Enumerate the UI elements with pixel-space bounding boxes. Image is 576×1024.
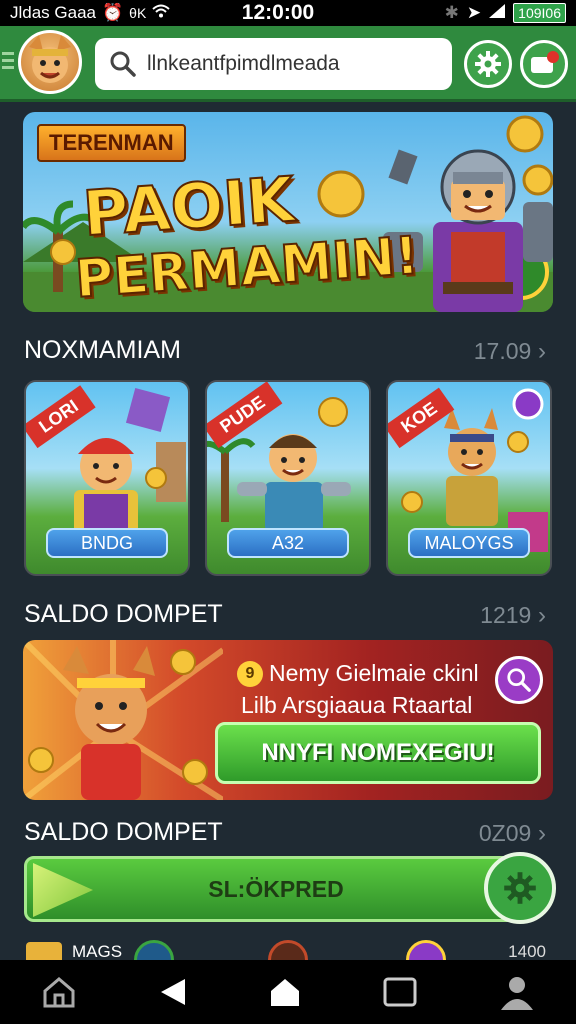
card-label: BNDG <box>46 528 168 558</box>
status-bar: Jldas Gaaa ⏰ θK 12:0:00 ✱ ➤ 109I06 <box>0 0 576 26</box>
hero-banner[interactable]: TERENMAN PAOIK PERMAMIN! <box>23 112 553 312</box>
promo-line1-text: Nemy Gielmaie ckinl <box>269 660 479 686</box>
section-title: SALDO DOMPET <box>24 818 223 846</box>
avatar[interactable] <box>18 30 82 94</box>
promo-subline: Lilb Arsgiaaua Rtaartal <box>241 692 473 718</box>
settings-button[interactable] <box>464 40 512 88</box>
menu-icon[interactable] <box>2 52 14 72</box>
search-icon <box>110 51 136 77</box>
card-label: A32 <box>227 528 349 558</box>
promo-artwork <box>23 640 223 800</box>
home-icon[interactable] <box>269 977 301 1007</box>
action-bar-button[interactable]: SL:ÖKPRED <box>24 856 528 922</box>
alarm-icon: ⏰ <box>102 3 124 22</box>
recents-icon[interactable] <box>383 977 417 1007</box>
app-header: llnkeantfpimdlmeada <box>0 26 576 102</box>
search-input[interactable]: llnkeantfpimdlmeada <box>95 38 452 90</box>
banner-tag: TERENMAN <box>37 124 186 162</box>
search-placeholder: llnkeantfpimdlmeada <box>147 52 340 75</box>
profile-icon[interactable] <box>499 974 535 1010</box>
card-label: MALOYGS <box>408 528 530 558</box>
section-see-all[interactable]: 0Z09 <box>479 820 546 848</box>
section-see-all[interactable]: 17.09 <box>474 338 546 366</box>
location-icon: ➤ <box>466 3 482 22</box>
battery-indicator: 109I06 <box>513 3 566 23</box>
gear-icon <box>504 872 536 904</box>
notification-button[interactable] <box>520 40 568 88</box>
section-see-all[interactable]: 1219 <box>480 602 546 630</box>
section-title: SALDO DOMPET <box>24 600 223 628</box>
promo-search-button[interactable] <box>495 656 543 704</box>
game-card[interactable]: LORI BNDG <box>24 380 190 576</box>
row-count[interactable]: 1400 <box>508 942 546 962</box>
carrier-text: Jldas Gaaa <box>10 3 96 22</box>
wifi-icon <box>152 3 170 23</box>
promo-headline: 9 Nemy Gielmaie ckinl <box>237 660 479 687</box>
status-suffix: θK <box>129 5 147 21</box>
promo-card[interactable]: 9 Nemy Gielmaie ckinl Lilb Arsgiaaua Rta… <box>23 640 553 800</box>
game-card[interactable]: PUDE A32 <box>205 380 371 576</box>
clock: 12:0:00 <box>241 1 315 24</box>
play-icon <box>33 863 93 917</box>
bluetooth-icon: ✱ <box>444 3 459 22</box>
gear-icon <box>475 51 501 77</box>
notification-icon <box>531 51 559 73</box>
action-bar-label: SL:ÖKPRED <box>208 875 344 902</box>
back-icon[interactable] <box>159 977 187 1007</box>
settings-fab[interactable] <box>484 852 556 924</box>
system-nav-bar <box>0 960 576 1024</box>
home-outline-icon[interactable] <box>41 975 77 1009</box>
promo-cta-button[interactable]: NNYFI NOMEXEGIU! <box>215 722 541 784</box>
section-title: NOXMAMIAM <box>24 336 181 364</box>
game-card[interactable]: KOE MALOYGS <box>386 380 552 576</box>
search-icon <box>507 668 531 692</box>
promo-badge: 9 <box>237 660 263 687</box>
signal-icon <box>489 3 506 23</box>
row-label: MAGS <box>72 942 123 961</box>
